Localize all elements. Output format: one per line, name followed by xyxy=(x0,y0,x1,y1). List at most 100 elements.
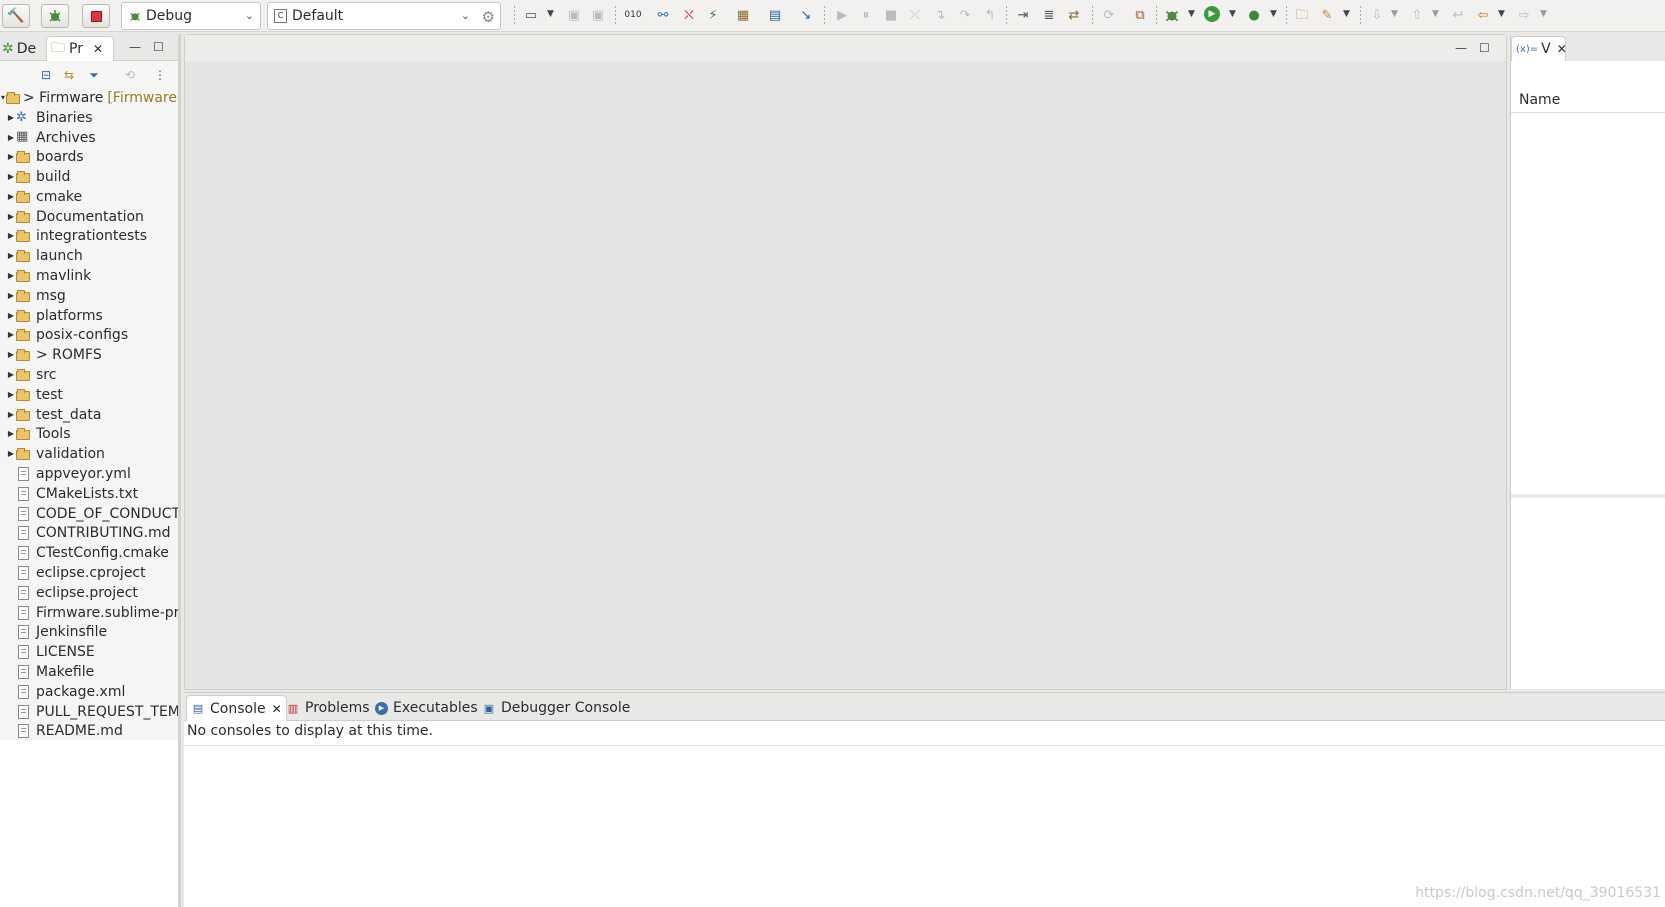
collapse-all-icon[interactable]: ⊟ xyxy=(38,67,54,83)
terminal-icon[interactable]: ▤ xyxy=(766,6,784,24)
filter-icon[interactable]: ⏷ xyxy=(86,67,102,83)
tab-console[interactable]: ▤ Console ✕ xyxy=(186,695,287,721)
collapsed-twisty-icon[interactable]: ▶ xyxy=(6,226,16,246)
tree-folder-item[interactable]: ▶ boards xyxy=(0,147,178,167)
tree-folder-item[interactable]: ▶ src xyxy=(0,365,178,385)
collapsed-twisty-icon[interactable]: ▶ xyxy=(6,246,16,266)
collapsed-twisty-icon[interactable]: ▶ xyxy=(6,187,16,207)
chevron-down-icon[interactable]: ▼ xyxy=(1343,9,1350,19)
tree-file-item[interactable]: eclipse.project xyxy=(0,583,178,603)
launch-target-combo[interactable]: C Default ⌄ ⚙ xyxy=(267,2,501,30)
tree-folder-item[interactable]: ▶ build xyxy=(0,167,178,187)
tab-executables[interactable]: ▶ Executables xyxy=(371,695,482,721)
tree-folder-item[interactable]: ▶ > ROMFS xyxy=(0,345,178,365)
tab-problems[interactable]: ▥ Problems xyxy=(282,695,374,721)
new-icon[interactable]: ▭ xyxy=(522,6,540,24)
package-icon[interactable]: ▦ xyxy=(734,6,752,24)
collapsed-twisty-icon[interactable]: ▶ xyxy=(6,286,16,306)
tree-folder-item[interactable]: ▶ launch xyxy=(0,246,178,266)
build-button[interactable]: 🔨 xyxy=(2,4,30,28)
tree-file-item[interactable]: README.md xyxy=(0,722,178,741)
tree-folder-item[interactable]: ▶ test xyxy=(0,385,178,405)
tree-file-item[interactable]: LICENSE xyxy=(0,642,178,662)
chevron-down-icon[interactable]: ▼ xyxy=(1229,9,1236,19)
tree-file-item[interactable]: CTestConfig.cmake xyxy=(0,543,178,563)
launch-mode-combo[interactable]: Debug ⌄ xyxy=(121,2,261,30)
tree-file-item[interactable]: CODE_OF_CONDUCT.m xyxy=(0,504,178,524)
debug-icon[interactable] xyxy=(1163,6,1181,24)
tree-project-root[interactable]: ▾ > Firmware [Firmware sg xyxy=(0,88,178,108)
close-icon[interactable]: ✕ xyxy=(1557,42,1567,56)
tab-variables[interactable]: (x)= V ✕ xyxy=(1511,36,1567,61)
settings-gear-icon[interactable]: ⚙ xyxy=(482,8,495,26)
tree-folder-item[interactable]: ▶ platforms xyxy=(0,306,178,326)
tree-folder-item[interactable]: ▶ Tools xyxy=(0,425,178,445)
chevron-down-icon[interactable]: ▼ xyxy=(547,9,554,19)
plug-icon[interactable]: ⚡ xyxy=(704,6,722,24)
collapsed-twisty-icon[interactable]: ▶ xyxy=(6,207,16,227)
copy-tree-icon[interactable]: ⧉ xyxy=(1131,6,1149,24)
tree-file-item[interactable]: CMakeLists.txt xyxy=(0,484,178,504)
tree-folder-item[interactable]: ▶ posix-configs xyxy=(0,326,178,346)
collapsed-twisty-icon[interactable]: ▶ xyxy=(6,345,16,365)
tree-folder-item[interactable]: ▶ msg xyxy=(0,286,178,306)
chevron-down-icon[interactable]: ▼ xyxy=(1498,9,1505,19)
chevron-down-icon[interactable]: ▼ xyxy=(1188,9,1195,19)
chevron-down-icon[interactable]: ▼ xyxy=(1270,9,1277,19)
tree-folder-item[interactable]: ▶ validation xyxy=(0,444,178,464)
tree-folder-item[interactable]: ▶ ✲ Binaries xyxy=(0,108,178,128)
connect-icon[interactable]: ⚯ xyxy=(654,6,672,24)
back-icon[interactable]: ⇦ xyxy=(1474,6,1492,24)
instruction-mode-icon[interactable]: ≣ xyxy=(1040,6,1058,24)
collapsed-twisty-icon[interactable]: ▶ xyxy=(6,108,16,128)
tree-file-item[interactable]: Makefile xyxy=(0,662,178,682)
tree-folder-item[interactable]: ▶ Documentation xyxy=(0,207,178,227)
collapsed-twisty-icon[interactable]: ▶ xyxy=(6,128,16,148)
maximize-icon[interactable]: ☐ xyxy=(153,40,164,54)
tree-folder-item[interactable]: ▶ mavlink xyxy=(0,266,178,286)
tree-file-item[interactable]: appveyor.yml xyxy=(0,464,178,484)
collapsed-twisty-icon[interactable]: ▶ xyxy=(6,147,16,167)
minimize-icon[interactable]: — xyxy=(129,40,141,54)
collapsed-twisty-icon[interactable]: ▶ xyxy=(6,306,16,326)
collapsed-twisty-icon[interactable]: ▶ xyxy=(6,325,16,345)
link-with-editor-icon[interactable]: ⇆ xyxy=(61,67,77,83)
binary-icon[interactable]: 010 xyxy=(624,6,642,24)
collapsed-twisty-icon[interactable]: ▶ xyxy=(6,405,16,425)
minimize-icon[interactable]: — xyxy=(1455,41,1467,55)
tree-folder-item[interactable]: ▶ ▦ Archives xyxy=(0,128,178,148)
tree-file-item[interactable]: Jenkinsfile xyxy=(0,623,178,643)
tree-file-item[interactable]: Firmware.sublime-proj xyxy=(0,603,178,623)
tree-file-item[interactable]: PULL_REQUEST_TEMP xyxy=(0,702,178,722)
maximize-icon[interactable]: ☐ xyxy=(1479,41,1490,55)
close-icon[interactable]: ✕ xyxy=(93,42,103,56)
tree-folder-item[interactable]: ▶ integrationtests xyxy=(0,227,178,247)
collapsed-twisty-icon[interactable]: ▶ xyxy=(6,365,16,385)
debug-launch-button[interactable] xyxy=(41,4,69,28)
tab-debugger-console[interactable]: ▣ Debugger Console xyxy=(478,695,634,721)
tree-file-item[interactable]: eclipse.cproject xyxy=(0,563,178,583)
run-icon[interactable]: ▶ xyxy=(1204,6,1220,22)
open-folder-icon[interactable]: 🗀 xyxy=(1293,6,1311,24)
tree-file-item[interactable]: CONTRIBUTING.md xyxy=(0,524,178,544)
collapsed-twisty-icon[interactable]: ▶ xyxy=(6,167,16,187)
name-column-header[interactable]: Name xyxy=(1511,89,1665,113)
tab-project-explorer[interactable]: 🗀 Pr ✕ xyxy=(46,36,114,61)
tab-debug[interactable]: ✲ De xyxy=(0,36,44,61)
search-icon[interactable]: ✎ xyxy=(1318,6,1336,24)
stop-button[interactable] xyxy=(82,4,110,28)
view-menu-icon[interactable]: ⋮ xyxy=(152,67,168,83)
pointer-icon[interactable]: ↘ xyxy=(797,6,815,24)
external-tools-icon[interactable]: ● xyxy=(1245,6,1263,24)
collapsed-twisty-icon[interactable]: ▶ xyxy=(6,444,16,464)
collapsed-twisty-icon[interactable]: ▶ xyxy=(6,385,16,405)
collapsed-twisty-icon[interactable]: ▶ xyxy=(6,266,16,286)
instruction-step-icon[interactable]: ⇥ xyxy=(1014,6,1032,24)
tree-folder-item[interactable]: ▶ test_data xyxy=(0,405,178,425)
tree-file-item[interactable]: package.xml xyxy=(0,682,178,702)
disconnect-icon[interactable]: ⛌ xyxy=(680,6,698,24)
detail-pane-divider[interactable] xyxy=(1511,494,1665,498)
tree-folder-item[interactable]: ▶ cmake xyxy=(0,187,178,207)
close-icon[interactable]: ✕ xyxy=(272,702,282,716)
drop-to-frame-icon[interactable]: ⇄ xyxy=(1065,6,1083,24)
